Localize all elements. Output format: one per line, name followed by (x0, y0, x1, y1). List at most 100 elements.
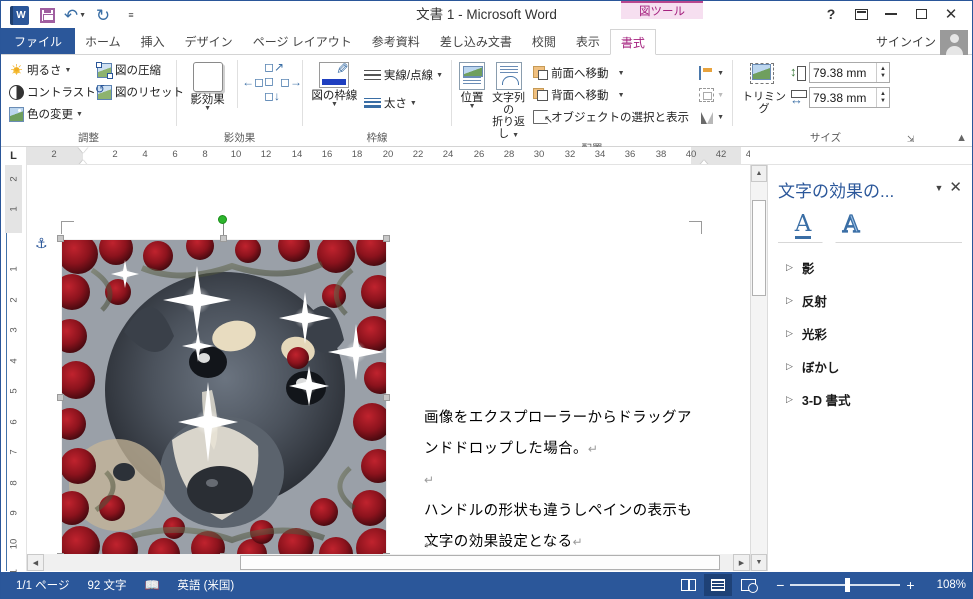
text-fill-outline-tab[interactable]: A (788, 208, 818, 242)
pane-section-reflection[interactable]: ▷ 反射 (768, 284, 972, 317)
page-indicator[interactable]: 1/1 ページ (7, 577, 78, 593)
align-button[interactable]: ▼ (696, 62, 727, 84)
hanging-indent-marker[interactable] (78, 160, 88, 164)
scroll-right-button[interactable]: ▶ (733, 554, 750, 571)
nudge-shadow-down-icon[interactable]: ◻↓ (264, 89, 280, 103)
chevron-down-icon[interactable]: ▼ (717, 70, 724, 77)
chevron-down-icon[interactable]: ▼ (717, 92, 724, 99)
horizontal-ruler-track[interactable]: 2 2 4 6 8 10 12 14 16 18 20 22 24 26 28 … (27, 147, 750, 164)
expander-icon[interactable]: ▷ (786, 361, 793, 372)
task-pane-options-icon[interactable]: ▼ (935, 177, 950, 193)
chevron-down-icon[interactable]: ▼ (618, 70, 625, 77)
tab-file[interactable]: ファイル (1, 28, 76, 54)
chevron-down-icon[interactable]: ▼ (65, 67, 72, 74)
tab-review[interactable]: 校閲 (522, 28, 566, 54)
minimize-button[interactable] (876, 3, 906, 25)
dashes-button[interactable]: 実線/点線 ▼ (361, 64, 446, 86)
zoom-track[interactable] (790, 578, 901, 593)
tab-selector-button[interactable]: L (1, 147, 27, 165)
tab-design[interactable]: デザイン (175, 28, 243, 54)
first-line-indent-marker[interactable] (78, 147, 88, 153)
redo-button[interactable]: ↻ (90, 4, 116, 26)
crop-button[interactable]: トリミング (738, 61, 790, 115)
zoom-out-button[interactable]: − (770, 578, 790, 592)
send-backward-button[interactable]: 背面へ移動 ▼ (530, 84, 692, 106)
expander-icon[interactable]: ▷ (786, 394, 793, 405)
brightness-button[interactable]: 明るさ ▼ (6, 59, 94, 81)
avatar[interactable] (940, 30, 968, 55)
chevron-down-icon[interactable]: ▼ (331, 101, 338, 108)
contrast-button[interactable]: コントラスト ▼ (6, 81, 106, 103)
zoom-in-button[interactable]: + (900, 578, 920, 592)
vertical-scroll-thumb[interactable] (752, 200, 766, 296)
help-button[interactable]: ? (816, 3, 846, 25)
chevron-down-icon[interactable]: ▼ (618, 92, 625, 99)
shadow-effects-button[interactable]: 影効果 ▼ (182, 60, 233, 112)
tab-page-layout[interactable]: ページ レイアウト (243, 28, 362, 54)
nudge-shadow-right-icon[interactable]: ◻→ (280, 75, 302, 89)
close-button[interactable]: ✕ (936, 3, 966, 25)
scroll-up-button[interactable]: ▲ (751, 165, 767, 182)
undo-dropdown-icon[interactable]: ▼ (79, 12, 86, 19)
zoom-knob[interactable] (845, 578, 851, 593)
resize-handle-top-left[interactable] (57, 235, 64, 242)
tab-references[interactable]: 参考資料 (362, 28, 430, 54)
document-text-block[interactable]: 画像をエクスプローラーからドラッグア ンドドロップした場合。↵ ↵ ハンドルの形… (424, 403, 724, 558)
tab-view[interactable]: 表示 (566, 28, 610, 54)
group-button[interactable]: ▼ (696, 84, 727, 106)
tab-mailings[interactable]: 差し込み文書 (430, 28, 522, 54)
scroll-down-button[interactable]: ▼ (751, 554, 767, 571)
puppy-roses-picture[interactable] (61, 239, 387, 557)
scroll-left-button[interactable]: ◀ (27, 554, 44, 571)
task-pane-close-icon[interactable]: ✕ (949, 177, 964, 196)
vertical-scrollbar[interactable]: ▲ ▼ (750, 165, 767, 571)
word-count[interactable]: 92 文字 (78, 577, 135, 593)
recolor-button[interactable]: 色の変更 ▼ (6, 103, 94, 125)
chevron-down-icon[interactable]: ▼ (204, 105, 211, 112)
zoom-level[interactable]: 108% (929, 579, 966, 591)
tab-home[interactable]: ホーム (75, 28, 131, 54)
rotate-button[interactable]: ▼ (696, 106, 727, 128)
resize-handle-middle-right[interactable] (383, 394, 390, 401)
pane-section-3d-format[interactable]: ▷ 3-D 書式 (768, 383, 972, 416)
maximize-button[interactable] (906, 3, 936, 25)
chevron-down-icon[interactable]: ▼ (76, 111, 83, 118)
chevron-down-icon[interactable]: ▼ (436, 72, 443, 79)
resize-handle-top-right[interactable] (383, 235, 390, 242)
undo-button[interactable]: ↶ ▼ (62, 4, 88, 26)
pane-section-soft-edges[interactable]: ▷ ぼかし (768, 350, 972, 383)
shape-width-stepper[interactable]: ▲ ▼ (876, 88, 889, 107)
collapse-ribbon-icon[interactable]: ▲ (956, 132, 967, 144)
chevron-down-icon[interactable]: ▼ (410, 100, 417, 107)
web-layout-button[interactable] (734, 574, 762, 596)
proofing-errors-icon[interactable]: 📖 (135, 578, 168, 592)
pane-section-glow[interactable]: ▷ 光彩 (768, 317, 972, 350)
resize-handle-top-center[interactable] (220, 235, 227, 242)
nudge-shadow-left-icon[interactable]: ←◻ (242, 75, 264, 89)
wrap-text-button[interactable]: 文字列の 折り返し ▼ (487, 60, 530, 142)
shape-height-input[interactable]: 79.38 mm ▲ ▼ (809, 62, 890, 83)
customize-qat-button[interactable]: ≡ (118, 4, 144, 26)
tab-insert[interactable]: 挿入 (131, 28, 175, 54)
nudge-shadow-up-icon[interactable]: ◻↗ (264, 60, 284, 74)
picture-border-button[interactable]: 図の枠線 ▼ (308, 60, 361, 108)
expander-icon[interactable]: ▷ (786, 295, 793, 306)
rotation-handle[interactable] (218, 215, 227, 224)
size-dialog-launcher-icon[interactable]: ⇲ (907, 134, 918, 145)
shape-width-input[interactable]: 79.38 mm ▲ ▼ (809, 87, 890, 108)
tab-format[interactable]: 書式 (609, 29, 656, 55)
language-indicator[interactable]: 英語 (米国) (168, 577, 243, 593)
signin-link[interactable]: サインイン (876, 33, 936, 50)
shape-height-stepper[interactable]: ▲ ▼ (876, 63, 889, 82)
horizontal-scroll-thumb[interactable] (240, 555, 720, 570)
reset-picture-button[interactable]: 図のリセット (94, 81, 184, 103)
document-canvas[interactable]: ⚓ 画像をエクスプローラーからドラッグア ンドドロップした場合。↵ ↵ ハンドル… (27, 165, 750, 571)
compress-picture-button[interactable]: 図の圧縮 (94, 59, 180, 81)
text-effects-tab[interactable]: A (836, 208, 866, 242)
horizontal-scrollbar[interactable]: ◀ ▶ (27, 554, 750, 571)
selection-pane-button[interactable]: オブジェクトの選択と表示 (530, 106, 692, 128)
zoom-slider[interactable]: − + (764, 578, 926, 593)
vertical-ruler[interactable]: 2 1 1 2 3 4 5 6 7 8 9 10 11 (1, 165, 27, 579)
resize-handle-middle-left[interactable] (57, 394, 64, 401)
print-layout-button[interactable] (704, 574, 733, 596)
